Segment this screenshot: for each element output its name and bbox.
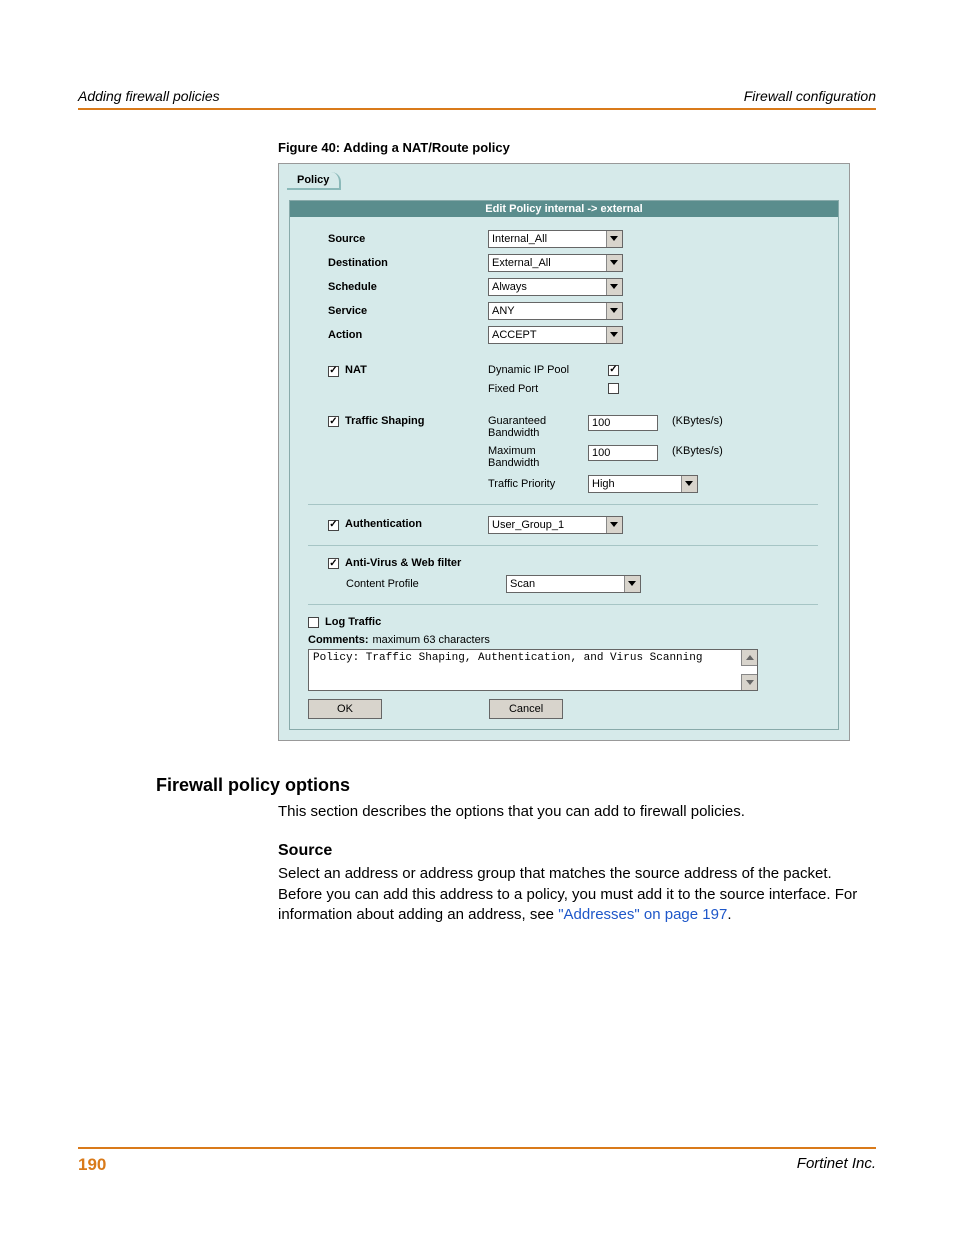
prio-label: Traffic Priority: [488, 478, 588, 490]
shaping-label: Traffic Shaping: [345, 415, 424, 427]
source-heading: Source: [278, 842, 876, 860]
schedule-label: Schedule: [328, 281, 488, 293]
av-checkbox[interactable]: [328, 558, 339, 569]
prio-value: High: [592, 478, 615, 490]
destination-select[interactable]: External_All: [488, 254, 623, 272]
auth-select[interactable]: User_Group_1: [488, 516, 623, 534]
cancel-button[interactable]: Cancel: [489, 699, 563, 719]
mbw-value: 100: [592, 447, 610, 459]
action-select[interactable]: ACCEPT: [488, 326, 623, 344]
source-text-b: .: [727, 906, 731, 923]
comments-textarea[interactable]: Policy: Traffic Shaping, Authentication,…: [308, 649, 758, 691]
comments-value: Policy: Traffic Shaping, Authentication,…: [313, 652, 702, 664]
gbw-value: 100: [592, 417, 610, 429]
auth-value: User_Group_1: [492, 519, 564, 531]
av-label: Anti-Virus & Web filter: [345, 557, 461, 569]
scroll-down-icon[interactable]: [741, 674, 757, 690]
log-checkbox[interactable]: [308, 617, 319, 628]
scroll-up-icon[interactable]: [741, 650, 757, 666]
shaping-checkbox[interactable]: [328, 416, 339, 427]
header-divider: [78, 108, 876, 110]
header-left: Adding firewall policies: [78, 88, 220, 104]
mbw-label: Maximum Bandwidth: [488, 445, 588, 469]
section-heading: Firewall policy options: [156, 775, 876, 796]
mbw-input[interactable]: 100: [588, 445, 658, 461]
log-label: Log Traffic: [325, 616, 381, 628]
service-select[interactable]: ANY: [488, 302, 623, 320]
auth-label: Authentication: [345, 518, 422, 530]
auth-checkbox[interactable]: [328, 520, 339, 531]
footer-divider: [78, 1147, 876, 1149]
comments-hint: maximum 63 characters: [373, 634, 490, 646]
nat-label: NAT: [345, 364, 367, 376]
source-label: Source: [328, 233, 488, 245]
addresses-link[interactable]: "Addresses" on page 197: [558, 906, 727, 923]
figure-caption: Figure 40: Adding a NAT/Route policy: [278, 140, 876, 155]
cp-select[interactable]: Scan: [506, 575, 641, 593]
action-label: Action: [328, 329, 488, 341]
prio-select[interactable]: High: [588, 475, 698, 493]
ok-button[interactable]: OK: [308, 699, 382, 719]
gbw-label: Guaranteed Bandwidth: [488, 415, 588, 439]
gbw-input[interactable]: 100: [588, 415, 658, 431]
fixedport-label: Fixed Port: [488, 383, 608, 395]
destination-label: Destination: [328, 257, 488, 269]
shaping-group: Traffic Shaping: [328, 415, 488, 428]
fixedport-checkbox[interactable]: [608, 383, 619, 394]
gbw-unit: (KBytes/s): [672, 415, 723, 427]
dynip-label: Dynamic IP Pool: [488, 364, 608, 376]
policy-screenshot: Policy Edit Policy internal -> external …: [278, 163, 850, 741]
service-label: Service: [328, 305, 488, 317]
cp-value: Scan: [510, 578, 535, 590]
company-name: Fortinet Inc.: [797, 1155, 876, 1175]
panel-title: Edit Policy internal -> external: [290, 201, 838, 217]
comments-label: Comments:: [308, 634, 369, 646]
section-intro: This section describes the options that …: [278, 802, 868, 822]
source-paragraph: Select an address or address group that …: [278, 864, 868, 925]
header-right: Firewall configuration: [744, 88, 876, 104]
schedule-select[interactable]: Always: [488, 278, 623, 296]
destination-value: External_All: [492, 257, 551, 269]
cp-label: Content Profile: [328, 578, 506, 590]
av-group: Anti-Virus & Web filter: [328, 557, 461, 570]
auth-group: Authentication: [328, 518, 488, 531]
page-number: 190: [78, 1155, 106, 1175]
schedule-value: Always: [492, 281, 527, 293]
tab-policy[interactable]: Policy: [287, 172, 341, 190]
service-value: ANY: [492, 305, 515, 317]
nat-checkbox[interactable]: [328, 366, 339, 377]
nat-group: NAT: [328, 364, 488, 377]
action-value: ACCEPT: [492, 329, 537, 341]
dynip-checkbox[interactable]: [608, 365, 619, 376]
mbw-unit: (KBytes/s): [672, 445, 723, 457]
source-value: Internal_All: [492, 233, 547, 245]
source-select[interactable]: Internal_All: [488, 230, 623, 248]
